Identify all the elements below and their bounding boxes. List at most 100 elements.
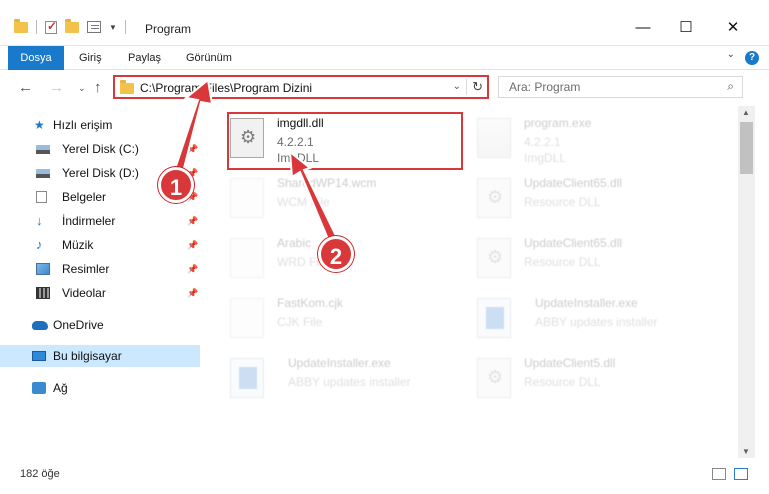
file-highlight-box bbox=[227, 112, 463, 170]
file-type: ABBY updates installer bbox=[535, 315, 658, 329]
back-arrow-icon[interactable]: ← bbox=[18, 79, 33, 96]
divider bbox=[466, 79, 467, 95]
sidebar-item-label: OneDrive bbox=[53, 318, 104, 332]
pin-icon: 📌 bbox=[187, 287, 199, 298]
file-description: ImgDLL bbox=[524, 151, 567, 165]
customize-view-icon[interactable] bbox=[87, 21, 101, 33]
file-name: UpdateClient5.dll bbox=[524, 356, 616, 370]
sidebar-item-pictures[interactable]: Resimler 📌 bbox=[0, 258, 200, 280]
pin-icon: 📌 bbox=[187, 143, 199, 154]
item-count: 182 öğe bbox=[20, 468, 60, 480]
file-type: CJK File bbox=[277, 315, 323, 329]
divider bbox=[36, 20, 37, 34]
file-name: SharedWP14.wcm bbox=[277, 176, 377, 190]
scroll-thumb[interactable] bbox=[740, 122, 753, 174]
vertical-scrollbar[interactable]: ▲ ▼ bbox=[738, 106, 755, 458]
file-item[interactable]: UpdateClient65.dll Resource DLL bbox=[477, 234, 717, 286]
file-item[interactable]: SharedWP14.wcm WCM File bbox=[230, 174, 470, 226]
callout-badge-1: 1 bbox=[158, 167, 194, 203]
installer-icon bbox=[230, 358, 264, 398]
file-version: 4.2.2.1 bbox=[524, 135, 561, 149]
recent-locations-icon[interactable]: ⌄ bbox=[78, 83, 86, 94]
divider bbox=[124, 20, 126, 34]
sidebar-item-network[interactable]: Ağ bbox=[0, 377, 200, 399]
maximize-button[interactable]: ☐ bbox=[671, 18, 701, 38]
tab-view[interactable]: Görünüm bbox=[186, 46, 232, 70]
pin-icon: 📌 bbox=[187, 239, 199, 250]
sidebar-item-quick-access[interactable]: ★ Hızlı erişim bbox=[0, 114, 200, 136]
folder-icon bbox=[120, 80, 134, 94]
file-name: FastKom.cjk bbox=[277, 296, 344, 310]
new-folder-icon[interactable] bbox=[65, 18, 79, 33]
scroll-up-icon[interactable]: ▲ bbox=[742, 108, 750, 117]
sidebar-item-label: Yerel Disk (D:) bbox=[62, 166, 139, 180]
address-path[interactable]: C:\Program Files\Program Dizini bbox=[140, 81, 312, 95]
exe-icon bbox=[477, 118, 511, 158]
dll-gear-icon bbox=[477, 238, 511, 278]
music-icon: ♪ bbox=[36, 237, 43, 252]
sidebar-item-label: İndirmeler bbox=[62, 214, 116, 228]
computer-icon bbox=[32, 351, 46, 361]
file-type: WCM File bbox=[277, 195, 330, 209]
file-name: program.exe bbox=[524, 116, 592, 130]
sidebar-item-disk-c[interactable]: Yerel Disk (C:) 📌 bbox=[0, 138, 200, 160]
window-title: Program bbox=[145, 22, 192, 36]
forward-arrow-icon[interactable]: → bbox=[49, 79, 64, 96]
file-type: Resource DLL bbox=[524, 375, 601, 389]
tab-share[interactable]: Paylaş bbox=[128, 46, 161, 70]
file-item[interactable]: UpdateInstaller.exe ABBY updates install… bbox=[477, 294, 717, 346]
file-type: Resource DLL bbox=[524, 255, 601, 269]
qat-dropdown-icon[interactable]: ▼ bbox=[109, 23, 117, 32]
address-bar[interactable]: C:\Program Files\Program Dizini ⌄ ↻ bbox=[113, 75, 489, 99]
tab-home[interactable]: Giriş bbox=[79, 46, 102, 70]
file-type: Resource DLL bbox=[524, 195, 601, 209]
network-icon bbox=[32, 382, 46, 394]
close-button[interactable]: ✕ bbox=[718, 18, 748, 38]
pin-icon: 📌 bbox=[187, 263, 199, 274]
sidebar-item-onedrive[interactable]: OneDrive bbox=[0, 314, 200, 336]
search-input[interactable]: Ara: Program ⌕ bbox=[498, 76, 743, 98]
documents-icon bbox=[36, 191, 47, 203]
disk-icon bbox=[36, 167, 50, 179]
up-arrow-icon[interactable]: ↑ bbox=[94, 79, 102, 96]
file-type: ABBY updates installer bbox=[288, 375, 411, 389]
expand-ribbon-icon[interactable]: ⌄ bbox=[727, 49, 735, 60]
file-item[interactable]: UpdateInstaller.exe ABBY updates install… bbox=[230, 354, 470, 406]
page-icon bbox=[230, 178, 264, 218]
dll-gear-icon bbox=[477, 358, 511, 398]
sidebar-item-music[interactable]: ♪ Müzik 📌 bbox=[0, 234, 200, 256]
page-icon bbox=[230, 298, 264, 338]
sidebar-item-downloads[interactable]: ↓ İndirmeler 📌 bbox=[0, 210, 200, 232]
search-icon[interactable]: ⌕ bbox=[727, 79, 734, 94]
help-icon[interactable]: ? bbox=[745, 51, 759, 65]
file-name: Arabic bbox=[277, 236, 312, 250]
sidebar-item-label: Belgeler bbox=[62, 190, 107, 204]
scroll-down-icon[interactable]: ▼ bbox=[742, 447, 750, 456]
chevron-down-icon[interactable]: ⌄ bbox=[453, 81, 461, 92]
download-icon: ↓ bbox=[36, 213, 43, 228]
cloud-icon bbox=[32, 320, 48, 330]
file-name: UpdateClient65.dll bbox=[524, 236, 623, 250]
sidebar-item-label: Hızlı erişim bbox=[53, 118, 113, 132]
sidebar-item-label: Videolar bbox=[62, 286, 106, 300]
refresh-icon[interactable]: ↻ bbox=[472, 79, 483, 95]
sidebar-item-this-pc[interactable]: Bu bilgisayar bbox=[0, 345, 200, 367]
file-name: UpdateInstaller.exe bbox=[535, 296, 638, 310]
file-item[interactable]: FastKom.cjk CJK File bbox=[230, 294, 470, 346]
sidebar-item-videos[interactable]: Videolar 📌 bbox=[0, 282, 200, 304]
file-item[interactable]: UpdateClient65.dll Resource DLL bbox=[477, 174, 717, 226]
minimize-button[interactable]: — bbox=[628, 18, 658, 38]
dll-gear-icon bbox=[477, 178, 511, 218]
file-name: UpdateClient65.dll bbox=[524, 176, 623, 190]
sidebar-item-label: Bu bilgisayar bbox=[53, 349, 122, 363]
properties-check-icon[interactable] bbox=[45, 19, 57, 34]
sidebar-item-label: Müzik bbox=[62, 238, 94, 252]
folder-icon bbox=[14, 18, 28, 33]
file-item[interactable]: program.exe 4.2.2.1 ImgDLL bbox=[477, 114, 717, 166]
sidebar-item-label: Ağ bbox=[53, 381, 68, 395]
large-icons-view-icon[interactable] bbox=[734, 468, 748, 480]
star-icon: ★ bbox=[34, 118, 45, 132]
details-view-icon[interactable] bbox=[712, 468, 726, 480]
file-item[interactable]: UpdateClient5.dll Resource DLL bbox=[477, 354, 717, 406]
file-name: UpdateInstaller.exe bbox=[288, 356, 391, 370]
